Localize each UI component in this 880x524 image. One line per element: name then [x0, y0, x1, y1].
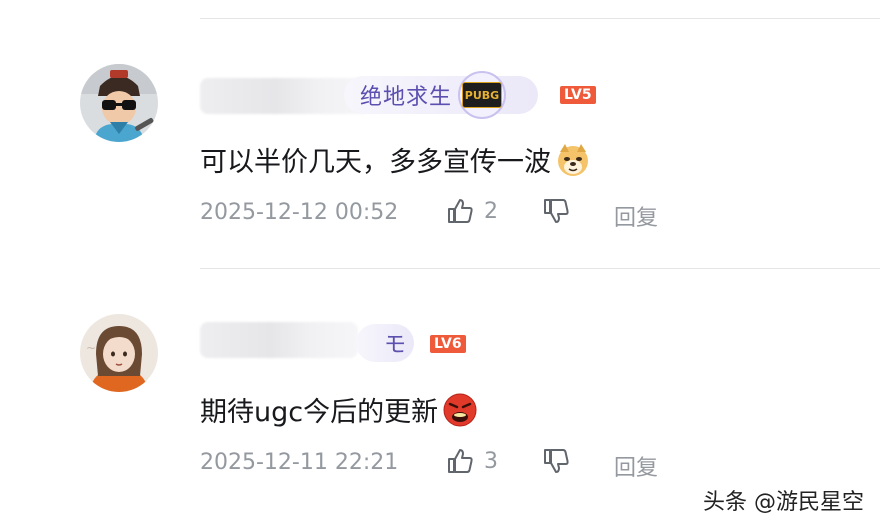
- doge-emoji-icon: [555, 142, 591, 185]
- avatar[interactable]: ~: [80, 314, 158, 392]
- top-divider: [200, 18, 880, 19]
- avatar[interactable]: [80, 64, 158, 142]
- level-badge: LV6: [430, 335, 466, 353]
- fan-medal[interactable]: 绝地求生 PUBG: [344, 71, 538, 119]
- username-blurred[interactable]: [200, 322, 358, 358]
- angry-face-icon: [442, 392, 478, 435]
- thumbs-down-icon: [544, 199, 569, 223]
- comment-text-row: 期待ugc今后的更新: [200, 390, 478, 435]
- reply-label: 回复: [614, 456, 659, 481]
- medal-label: モ: [384, 333, 408, 358]
- source-watermark: 头条 @游民星空: [703, 490, 864, 515]
- thumbs-up-icon: [448, 449, 473, 473]
- pubg-logo: PUBG: [462, 82, 503, 108]
- reply-button[interactable]: 回复: [614, 450, 658, 482]
- timestamp: 2025-12-11 22:21: [200, 450, 399, 475]
- comment-text-row: 可以半价几天，多多宣传一波: [200, 140, 591, 185]
- like-count: 3: [484, 448, 498, 474]
- like-button[interactable]: 2: [446, 197, 498, 225]
- svg-text:~: ~: [86, 341, 96, 355]
- like-count: 2: [484, 198, 498, 224]
- medal-label: 绝地求生: [360, 85, 453, 110]
- thumbs-down-icon: [544, 449, 569, 473]
- comment-text: 期待ugc今后的更新: [200, 397, 439, 428]
- thumbs-up-icon: [448, 199, 473, 223]
- pubg-medal-icon: PUBG: [458, 71, 507, 119]
- dislike-button[interactable]: [542, 447, 570, 475]
- level-badge: LV5: [560, 86, 596, 104]
- fan-medal[interactable]: モ: [356, 324, 414, 362]
- comment-text: 可以半价几天，多多宣传一波: [200, 147, 551, 178]
- timestamp: 2025-12-12 00:52: [200, 200, 399, 225]
- dislike-button[interactable]: [542, 197, 570, 225]
- like-button[interactable]: 3: [446, 447, 498, 475]
- comment-divider: [200, 268, 880, 269]
- reply-label: 回复: [614, 206, 659, 231]
- reply-button[interactable]: 回复: [614, 200, 658, 232]
